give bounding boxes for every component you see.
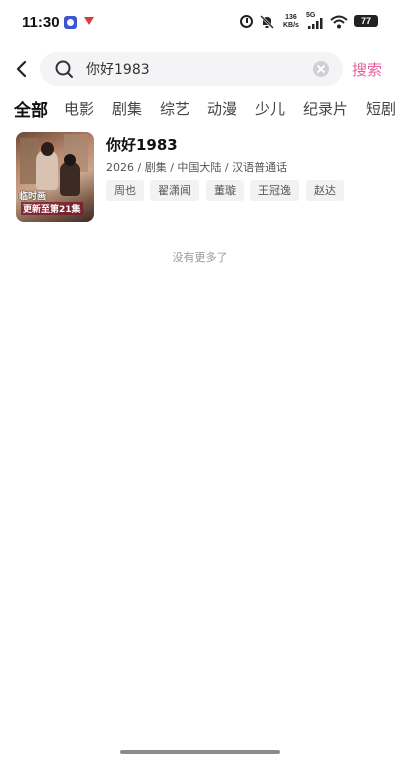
result-meta: 2026 / 剧集 / 中国大陆 / 汉语普通话 <box>106 161 288 174</box>
tab-all[interactable]: 全部 <box>14 96 48 121</box>
clear-search-icon[interactable] <box>313 61 329 77</box>
tab-movie[interactable]: 电影 <box>64 98 94 119</box>
cast-tag[interactable]: 赵达 <box>306 180 344 201</box>
home-indicator[interactable] <box>120 750 280 754</box>
no-more-results-label: 没有更多了 <box>172 251 228 264</box>
result-title[interactable]: 你好1983 <box>106 134 178 155</box>
result-poster[interactable]: 临时画 更新至第21集 <box>16 132 94 222</box>
poster-episode-badge: 更新至第21集 <box>21 202 83 215</box>
mute-icon <box>260 14 274 29</box>
search-result-item[interactable]: 临时画 更新至第21集 你好1983 2026 / 剧集 / 中国大陆 / 汉语… <box>16 132 386 224</box>
category-tabs: 全部 电影 剧集 综艺 动漫 少儿 纪录片 短剧 <box>0 94 400 124</box>
network-speed-value: 136 <box>285 14 297 21</box>
tab-documentary[interactable]: 纪录片 <box>303 98 348 119</box>
download-notification-icon <box>84 17 94 25</box>
search-results-page: 11:30 136 KB/s 5G 77 你好1983 搜索 全部 电影 剧集 … <box>0 0 400 762</box>
search-icon <box>54 59 74 79</box>
tab-short-drama[interactable]: 短剧 <box>366 98 396 119</box>
network-speed-unit: KB/s <box>283 22 299 29</box>
battery-indicator: 77 <box>354 15 378 27</box>
status-bar: 11:30 136 KB/s 5G 77 <box>0 0 400 44</box>
search-box[interactable] <box>40 52 343 86</box>
search-submit-button[interactable]: 搜索 <box>352 59 382 80</box>
chevron-left-icon <box>16 60 27 78</box>
cast-tag[interactable]: 董璇 <box>206 180 244 201</box>
tab-kids[interactable]: 少儿 <box>255 98 285 119</box>
app-notification-icon <box>64 16 77 29</box>
search-input[interactable] <box>86 59 296 79</box>
tab-anime[interactable]: 动漫 <box>207 98 237 119</box>
cellular-signal-icon: 5G <box>306 12 326 30</box>
wifi-icon <box>330 14 348 29</box>
tab-variety[interactable]: 综艺 <box>160 98 190 119</box>
tab-series[interactable]: 剧集 <box>112 98 142 119</box>
cast-tag[interactable]: 王冠逸 <box>250 180 299 201</box>
status-time: 11:30 <box>22 14 60 31</box>
alarm-icon <box>240 15 253 28</box>
back-button[interactable] <box>10 57 34 81</box>
cast-tag[interactable]: 周也 <box>106 180 144 201</box>
network-speed: 136 KB/s <box>283 14 299 30</box>
cast-tag[interactable]: 翟潇闻 <box>150 180 199 201</box>
poster-caption-top: 临时画 <box>19 192 47 202</box>
